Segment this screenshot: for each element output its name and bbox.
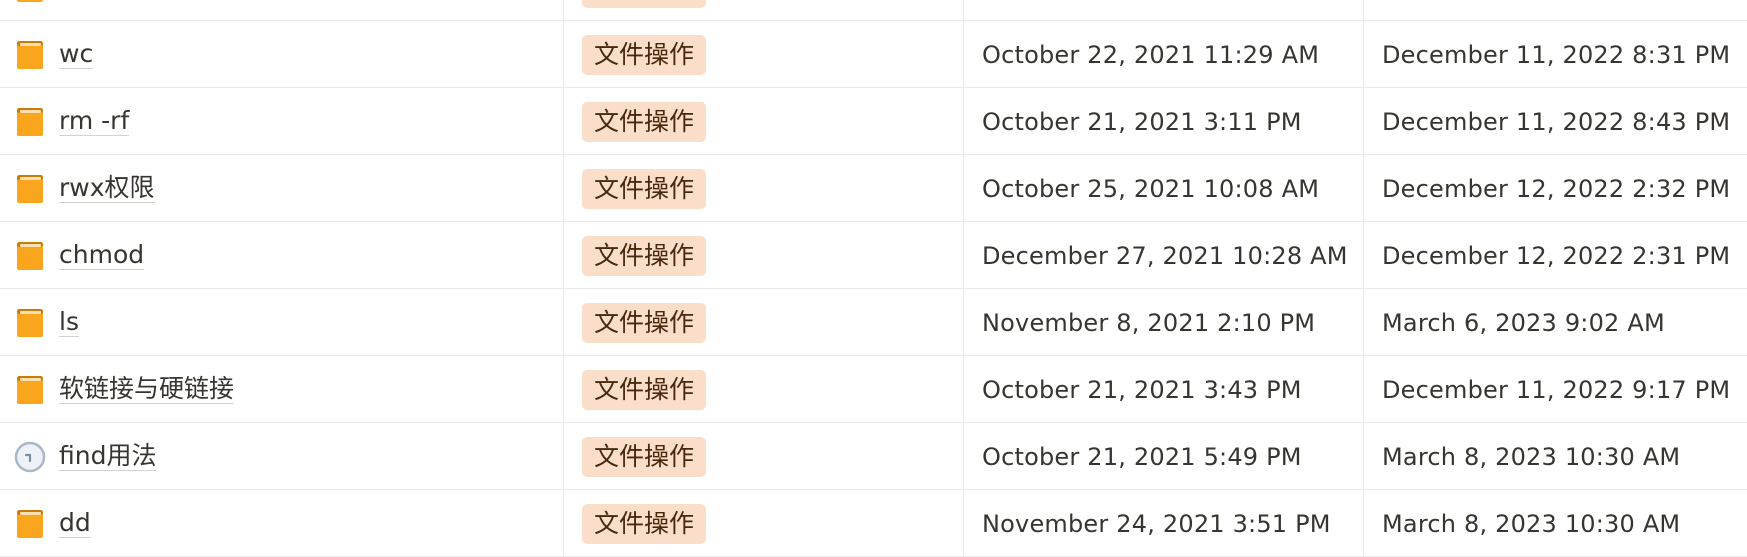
page-title-link[interactable]: wc — [59, 41, 94, 69]
last-edited-cell[interactable]: December 12, 2022 2:32 PM — [1364, 155, 1747, 222]
created-time: October 21, 2021 5:49 PM — [982, 442, 1302, 471]
category-tag: 文件操作 — [582, 302, 707, 343]
last-edited-cell[interactable]: December 12, 2022 2:31 PM — [1364, 222, 1747, 289]
book-icon — [14, 307, 46, 339]
book-icon — [14, 240, 46, 272]
name-cell[interactable]: find用法 — [0, 423, 564, 490]
created-time: October 22, 2021 11:29 AM — [982, 40, 1320, 69]
book-icon — [14, 0, 46, 4]
category-tag: 文件操作 — [582, 503, 707, 544]
created-time-cell[interactable]: November 24, 2021 3:51 PM — [964, 490, 1364, 557]
page-title-link[interactable]: rm -rf — [59, 108, 130, 136]
created-time: November 8, 2021 2:10 PM — [982, 308, 1316, 337]
last-edited-time: March 8, 2023 10:30 AM — [1382, 509, 1681, 538]
clock-icon — [14, 441, 46, 473]
tag-cell[interactable]: 文件操作 — [564, 155, 964, 222]
last-edited-cell[interactable]: March 8, 2023 10:30 AM — [1364, 423, 1747, 490]
page-title-link[interactable]: dd — [59, 510, 91, 538]
created-time: October 25, 2021 10:08 AM — [982, 174, 1320, 203]
table-row[interactable]: 软链接与硬链接 文件操作 October 21, 2021 3:43 PM Decem… — [0, 356, 1747, 423]
category-tag: 文件操作 — [582, 436, 707, 477]
name-cell[interactable] — [0, 0, 564, 21]
created-time-cell[interactable]: October 21, 2021 5:49 PM — [964, 423, 1364, 490]
created-time-cell[interactable]: October 25, 2021 10:08 AM — [964, 155, 1364, 222]
page-title-link[interactable]: chmod — [59, 242, 145, 270]
tag-cell[interactable]: 文件操作 — [564, 289, 964, 356]
created-time: October 21, 2021 3:11 PM — [982, 107, 1302, 136]
last-edited-cell[interactable]: December 11, 2022 9:17 PM — [1364, 356, 1747, 423]
page-title-link[interactable]: find用法 — [59, 443, 157, 471]
book-icon — [14, 374, 46, 406]
book-icon — [14, 508, 46, 540]
category-tag: 文件操作 — [582, 34, 707, 75]
table-row[interactable]: ls 文件操作 November 8, 2021 2:10 PM March 6, 2… — [0, 289, 1747, 356]
name-cell[interactable]: wc — [0, 21, 564, 88]
last-edited-time: December 12, 2022 2:32 PM — [1382, 174, 1731, 203]
last-edited-cell[interactable] — [1364, 0, 1747, 21]
table-row[interactable]: rm -rf 文件操作 October 21, 2021 3:11 PM Decemb… — [0, 88, 1747, 155]
name-cell[interactable]: ls — [0, 289, 564, 356]
created-time-cell[interactable]: October 21, 2021 3:43 PM — [964, 356, 1364, 423]
table-row[interactable]: 文件操作 — [0, 0, 1747, 21]
last-edited-time: March 6, 2023 9:02 AM — [1382, 308, 1665, 337]
last-edited-time: December 12, 2022 2:31 PM — [1382, 241, 1731, 270]
tag-cell[interactable]: 文件操作 — [564, 21, 964, 88]
category-tag: 文件操作 — [582, 168, 707, 209]
book-icon — [14, 106, 46, 138]
table-row[interactable]: find用法 文件操作 October 21, 2021 5:49 PM March … — [0, 423, 1747, 490]
last-edited-cell[interactable]: December 11, 2022 8:31 PM — [1364, 21, 1747, 88]
created-time-cell[interactable]: November 8, 2021 2:10 PM — [964, 289, 1364, 356]
name-cell[interactable]: chmod — [0, 222, 564, 289]
table-row[interactable]: wc 文件操作 October 22, 2021 11:29 AM December … — [0, 21, 1747, 88]
last-edited-time: December 11, 2022 8:31 PM — [1382, 40, 1731, 69]
last-edited-time: March 8, 2023 10:30 AM — [1382, 442, 1681, 471]
book-icon — [14, 39, 46, 71]
page-title-link[interactable]: 软链接与硬链接 — [59, 376, 235, 404]
name-cell[interactable]: rm -rf — [0, 88, 564, 155]
created-time-cell[interactable] — [964, 0, 1364, 21]
category-tag: 文件操作 — [582, 101, 707, 142]
page-title-link[interactable]: rwx权限 — [59, 175, 155, 203]
last-edited-cell[interactable]: March 6, 2023 9:02 AM — [1364, 289, 1747, 356]
name-cell[interactable]: rwx权限 — [0, 155, 564, 222]
created-time-cell[interactable]: October 21, 2021 3:11 PM — [964, 88, 1364, 155]
tag-cell[interactable]: 文件操作 — [564, 356, 964, 423]
table-row[interactable]: rwx权限 文件操作 October 25, 2021 10:08 AM Decemb… — [0, 155, 1747, 222]
last-edited-cell[interactable]: December 11, 2022 8:43 PM — [1364, 88, 1747, 155]
page-title-link[interactable]: ls — [59, 309, 79, 337]
database-table: 文件操作 wc 文件操作 October 22, 2021 11:29 AM Dece… — [0, 0, 1747, 557]
name-cell[interactable]: dd — [0, 490, 564, 557]
created-time: December 27, 2021 10:28 AM — [982, 241, 1348, 270]
created-time-cell[interactable]: October 22, 2021 11:29 AM — [964, 21, 1364, 88]
tag-cell[interactable]: 文件操作 — [564, 0, 964, 21]
created-time: November 24, 2021 3:51 PM — [982, 509, 1331, 538]
category-tag: 文件操作 — [582, 235, 707, 276]
tag-cell[interactable]: 文件操作 — [564, 423, 964, 490]
tag-cell[interactable]: 文件操作 — [564, 88, 964, 155]
created-time: October 21, 2021 3:43 PM — [982, 375, 1302, 404]
tag-cell[interactable]: 文件操作 — [564, 490, 964, 557]
category-tag: 文件操作 — [582, 369, 707, 410]
book-icon — [14, 173, 46, 205]
last-edited-time: December 11, 2022 8:43 PM — [1382, 107, 1731, 136]
last-edited-time: December 11, 2022 9:17 PM — [1382, 375, 1731, 404]
tag-cell[interactable]: 文件操作 — [564, 222, 964, 289]
category-tag: 文件操作 — [582, 0, 707, 8]
created-time-cell[interactable]: December 27, 2021 10:28 AM — [964, 222, 1364, 289]
table-row[interactable]: chmod 文件操作 December 27, 2021 10:28 AM Decem… — [0, 222, 1747, 289]
name-cell[interactable]: 软链接与硬链接 — [0, 356, 564, 423]
table-row[interactable]: dd 文件操作 November 24, 2021 3:51 PM March 8, … — [0, 490, 1747, 557]
last-edited-cell[interactable]: March 8, 2023 10:30 AM — [1364, 490, 1747, 557]
